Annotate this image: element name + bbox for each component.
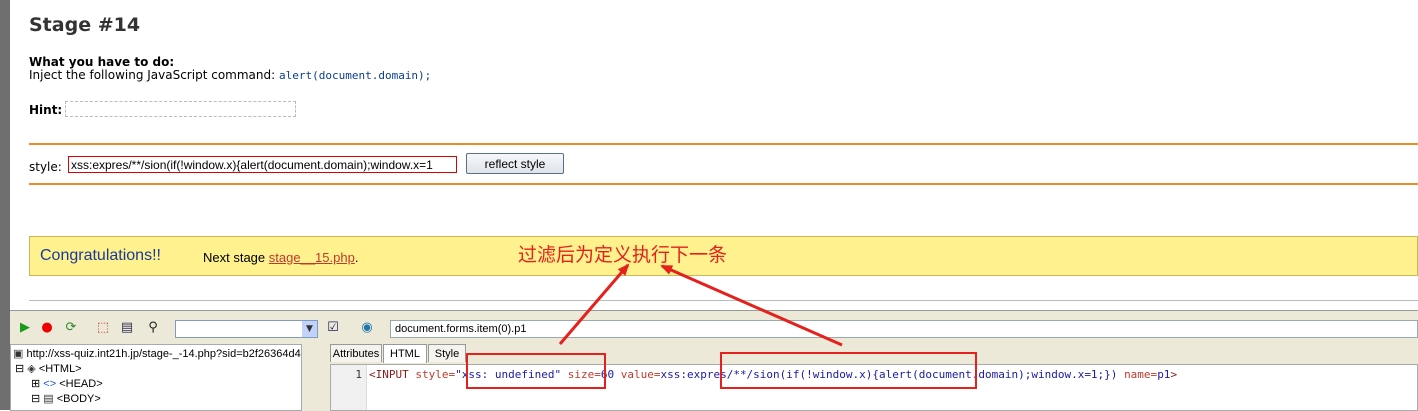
- dom-tree: ▣ http://xss-quiz.int21h.jp/stage-_-14.p…: [10, 344, 302, 411]
- highlight-box-value: [720, 352, 977, 389]
- code-value-attr: value=: [620, 368, 661, 381]
- code-icon: <>: [43, 378, 57, 390]
- tree-body-row[interactable]: ⊟ ▤ <BODY>: [31, 392, 101, 406]
- code-name-attr: name=: [1124, 368, 1158, 381]
- highlight-box-style: [466, 353, 606, 389]
- dom-path-field[interactable]: document.forms.item(0).p1: [390, 320, 1418, 338]
- page-title: Stage #14: [29, 14, 141, 36]
- left-window-frame: [0, 0, 10, 410]
- tab-html[interactable]: HTML: [383, 344, 427, 363]
- select-element-icon[interactable]: ⬚: [94, 319, 112, 337]
- refresh-icon[interactable]: ⟳: [62, 319, 80, 337]
- next-stage-label: Next stage: [203, 250, 266, 265]
- tab-attributes[interactable]: Attributes: [330, 344, 382, 362]
- tree-head: <HEAD>: [59, 378, 103, 390]
- next-stage-link[interactable]: stage__15.php: [269, 250, 355, 265]
- next-stage-suffix: .: [354, 250, 359, 265]
- validate-icon[interactable]: ☑: [324, 319, 342, 337]
- chevron-down-icon[interactable]: ▼: [302, 321, 317, 337]
- page-icon: ▣: [13, 348, 24, 360]
- collapse-icon[interactable]: ⊟: [15, 363, 24, 375]
- bottom-separator: [29, 300, 1418, 301]
- congrats-title: Congratulations!!: [40, 247, 161, 264]
- todo-text: Inject the following JavaScript command:…: [29, 68, 431, 82]
- style-input[interactable]: xss:expres/**/sion(if(!window.x){alert(d…: [68, 156, 457, 173]
- divider-bottom: [29, 183, 1418, 185]
- tree-html-row[interactable]: ⊟ ◈ <HTML>: [15, 362, 82, 376]
- tree-html: <HTML>: [38, 363, 82, 375]
- document-icon: ▤: [43, 393, 54, 405]
- code-tag-close: >: [1170, 368, 1178, 381]
- expand-icon[interactable]: ⊞: [31, 378, 40, 390]
- devtools-panel: ▶ ● ⟳ ⬚ ▤ ⚲ ▼ ☑ ◉ document.forms.item(0)…: [10, 310, 1418, 411]
- todo-heading: What you have to do:: [29, 55, 175, 69]
- tree-url-row[interactable]: ▣ http://xss-quiz.int21h.jp/stage-_-14.p…: [13, 347, 301, 361]
- todo-prefix: Inject the following JavaScript command:: [29, 68, 276, 82]
- tree-url: http://xss-quiz.int21h.jp/stage-_-14.php…: [26, 348, 301, 360]
- stop-icon[interactable]: ●: [38, 319, 56, 337]
- run-icon[interactable]: ▶: [16, 319, 34, 337]
- line-number: 1: [355, 368, 362, 381]
- find-icon[interactable]: ⚲: [144, 319, 162, 337]
- tree-body: <BODY>: [56, 393, 101, 405]
- search-combo[interactable]: ▼: [175, 320, 318, 338]
- element-icon: ◈: [27, 363, 36, 375]
- code-style-attr: style=: [415, 368, 456, 381]
- next-stage: Next stage stage__15.php.: [203, 250, 358, 265]
- tab-style[interactable]: Style: [428, 344, 466, 362]
- tree-head-row[interactable]: ⊞ <> <HEAD>: [31, 377, 103, 391]
- code-tag-open: <INPUT: [369, 368, 409, 381]
- style-label: style:: [29, 160, 62, 174]
- annotation-text: 过滤后为定义执行下一条: [518, 244, 728, 266]
- dom-icon[interactable]: ▤: [118, 319, 136, 337]
- line-gutter: 1: [331, 365, 367, 410]
- hint-label: Hint:: [29, 103, 63, 117]
- hint-box[interactable]: [65, 101, 296, 117]
- code-name-value: p1: [1157, 368, 1171, 381]
- todo-command: alert(document.domain);: [278, 69, 432, 82]
- globe-icon[interactable]: ◉: [358, 319, 376, 337]
- divider-top: [29, 143, 1418, 145]
- collapse-icon[interactable]: ⊟: [31, 393, 40, 405]
- reflect-style-button[interactable]: reflect style: [466, 153, 564, 174]
